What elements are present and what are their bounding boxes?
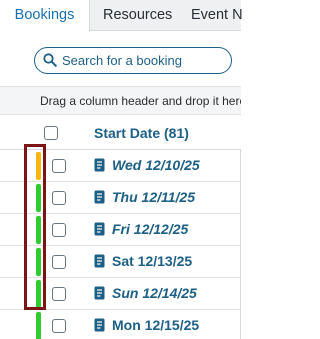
- row-checkbox[interactable]: [52, 319, 66, 333]
- row-checkbox[interactable]: [52, 223, 66, 237]
- row-checkbox[interactable]: [52, 191, 66, 205]
- status-indicator: [36, 312, 41, 339]
- start-date-link[interactable]: Mon 12/15/25: [112, 317, 199, 333]
- column-divider: [240, 150, 241, 339]
- group-hint-text: Drag a column header and drop it here to…: [40, 94, 241, 108]
- start-date-column-header[interactable]: Start Date (81): [94, 125, 189, 141]
- search-placeholder: Search for a booking: [62, 53, 182, 68]
- search-input[interactable]: Search for a booking: [34, 47, 232, 74]
- row-checkbox[interactable]: [52, 255, 66, 269]
- group-by-drop-area[interactable]: Drag a column header and drop it here to…: [0, 86, 241, 115]
- tab-event-n[interactable]: Event N: [191, 0, 243, 31]
- status-highlight-box: [24, 144, 46, 310]
- start-date-link[interactable]: Sun 12/14/25: [112, 285, 197, 301]
- tab-bookings[interactable]: Bookings: [0, 0, 90, 32]
- tab-bar: Bookings Resources Event N: [0, 0, 243, 32]
- document-icon[interactable]: [94, 318, 105, 332]
- row-checkbox[interactable]: [52, 287, 66, 301]
- start-date-link[interactable]: Wed 12/10/25: [112, 157, 200, 173]
- document-icon[interactable]: [94, 190, 105, 204]
- row-checkbox[interactable]: [52, 159, 66, 173]
- document-icon[interactable]: [94, 286, 105, 300]
- start-date-link[interactable]: Thu 12/11/25: [112, 189, 195, 205]
- table-row[interactable]: Mon 12/15/25: [0, 310, 241, 339]
- search-icon: [43, 53, 57, 67]
- document-icon[interactable]: [94, 158, 105, 172]
- document-icon[interactable]: [94, 254, 105, 268]
- start-date-link[interactable]: Fri 12/12/25: [112, 221, 188, 237]
- document-icon[interactable]: [94, 222, 105, 236]
- tab-resources[interactable]: Resources: [103, 0, 172, 31]
- select-all-checkbox[interactable]: [44, 126, 58, 140]
- start-date-link[interactable]: Sat 12/13/25: [112, 253, 192, 269]
